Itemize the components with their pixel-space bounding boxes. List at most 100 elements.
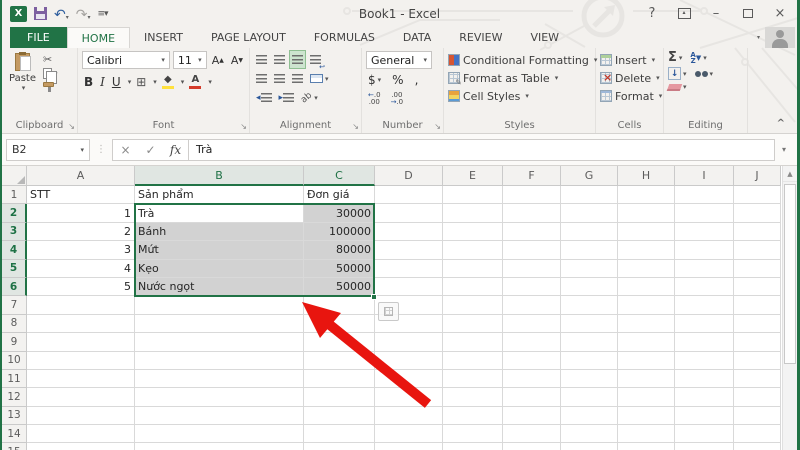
cell-A3[interactable]: 2 — [27, 222, 135, 242]
cell-G6[interactable] — [561, 277, 618, 297]
formula-input[interactable]: Trà — [188, 138, 775, 161]
cell-J3[interactable] — [734, 222, 781, 242]
align-left-button[interactable] — [254, 70, 269, 87]
tab-file[interactable]: FILE — [10, 27, 67, 48]
bold-button[interactable]: B — [82, 73, 95, 90]
percent-style-button[interactable]: % — [390, 71, 405, 88]
format-button[interactable]: Format ▾ — [600, 87, 662, 105]
cell-D13[interactable] — [375, 406, 443, 426]
cell-I14[interactable] — [675, 425, 734, 444]
underline-dropdown-icon[interactable]: ▾ — [128, 78, 132, 86]
cell-H3[interactable] — [618, 222, 675, 242]
cell-C15[interactable] — [304, 443, 375, 450]
cell-B3[interactable]: Bánh — [135, 222, 304, 242]
cell-H5[interactable] — [618, 259, 675, 278]
cell-styles-button[interactable]: Cell Styles ▾ — [448, 87, 591, 105]
orientation-button[interactable]: ab ▾ — [299, 89, 320, 106]
cell-G12[interactable] — [561, 388, 618, 407]
cell-H9[interactable] — [618, 333, 675, 352]
wrap-text-button[interactable] — [308, 51, 325, 71]
merge-center-button[interactable]: ▾ — [308, 70, 331, 87]
scroll-up-icon[interactable]: ▲ — [783, 166, 797, 182]
cell-B7[interactable] — [135, 296, 304, 315]
collapse-ribbon-icon[interactable]: ^ — [777, 118, 785, 129]
decrease-font-button[interactable]: A ▼ — [229, 52, 245, 69]
row-header-8[interactable]: 8 — [2, 314, 27, 334]
cell-B11[interactable] — [135, 369, 304, 389]
bottom-align-button[interactable] — [289, 50, 306, 69]
name-box[interactable]: B2 ▾ — [6, 138, 90, 161]
delete-dropdown-icon[interactable]: ▾ — [656, 74, 660, 82]
cell-J4[interactable] — [734, 241, 781, 260]
cell-I9[interactable] — [675, 333, 734, 352]
borders-dropdown-icon[interactable]: ▾ — [153, 78, 157, 86]
cell-B9[interactable] — [135, 333, 304, 352]
cell-B4[interactable]: Mứt — [135, 241, 304, 260]
col-header-E[interactable]: E — [443, 166, 503, 186]
cell-F10[interactable] — [503, 351, 561, 370]
cell-F13[interactable] — [503, 406, 561, 426]
cancel-icon[interactable]: × — [113, 143, 138, 157]
cell-G4[interactable] — [561, 241, 618, 260]
cell-H6[interactable] — [618, 277, 675, 297]
cell-C7[interactable] — [304, 296, 375, 315]
font-name-combo[interactable]: Calibri ▾ — [82, 51, 170, 69]
tab-page-layout[interactable]: PAGE LAYOUT — [197, 27, 300, 48]
fill-color-icon[interactable]: ◆ — [160, 73, 176, 90]
excel-logo-icon[interactable]: X — [10, 5, 27, 22]
cell-H15[interactable] — [618, 443, 675, 450]
font-dialog-launcher-icon[interactable]: ↘ — [240, 122, 247, 131]
cell-I6[interactable] — [675, 277, 734, 297]
cell-C10[interactable] — [304, 351, 375, 370]
cell-A13[interactable] — [27, 406, 135, 426]
cell-G8[interactable] — [561, 314, 618, 334]
col-header-D[interactable]: D — [375, 166, 443, 186]
cell-I11[interactable] — [675, 369, 734, 389]
cell-D2[interactable] — [375, 204, 443, 223]
center-button[interactable] — [272, 70, 287, 87]
font-color-icon[interactable]: A — [187, 73, 203, 90]
cell-E11[interactable] — [443, 369, 503, 389]
cell-E9[interactable] — [443, 333, 503, 352]
cell-J1[interactable] — [734, 186, 781, 205]
expand-formula-bar-icon[interactable]: ▾ — [775, 145, 793, 154]
decrease-indent-button[interactable]: ◂ — [254, 89, 274, 106]
undo-button[interactable]: ↶▾ — [54, 4, 69, 23]
tab-data[interactable]: DATA — [389, 27, 445, 48]
row-header-7[interactable]: 7 — [2, 296, 27, 315]
cell-D15[interactable] — [375, 443, 443, 450]
cell-F11[interactable] — [503, 369, 561, 389]
cell-H13[interactable] — [618, 406, 675, 426]
customize-qat-icon[interactable]: ≡▾ — [98, 9, 109, 19]
cell-A6[interactable]: 5 — [27, 277, 135, 297]
cell-G7[interactable] — [561, 296, 618, 315]
underline-button[interactable]: U — [110, 73, 123, 90]
font-color-dropdown-icon[interactable]: ▾ — [208, 78, 212, 86]
comma-style-button[interactable]: , — [413, 71, 421, 88]
cell-A8[interactable] — [27, 314, 135, 334]
cell-F1[interactable] — [503, 186, 561, 205]
select-all-corner[interactable] — [2, 166, 27, 186]
cell-E1[interactable] — [443, 186, 503, 205]
clear-dropdown-icon[interactable]: ▾ — [683, 83, 687, 91]
cell-A14[interactable] — [27, 425, 135, 444]
cell-A5[interactable]: 4 — [27, 259, 135, 278]
cell-B2[interactable]: Trà — [135, 204, 304, 223]
cell-C1[interactable]: Đơn giá — [304, 186, 375, 205]
increase-font-button[interactable]: A ▲ — [210, 52, 226, 69]
cell-D14[interactable] — [375, 425, 443, 444]
cell-G3[interactable] — [561, 222, 618, 242]
cell-F8[interactable] — [503, 314, 561, 334]
cell-B12[interactable] — [135, 388, 304, 407]
cell-J12[interactable] — [734, 388, 781, 407]
cell-F12[interactable] — [503, 388, 561, 407]
tab-home[interactable]: HOME — [66, 27, 131, 48]
cut-icon[interactable]: ✂ — [43, 54, 58, 65]
cell-A12[interactable] — [27, 388, 135, 407]
format-as-table-dropdown-icon[interactable]: ▾ — [555, 74, 559, 82]
autosum-button[interactable]: Σ ▾ — [668, 51, 682, 64]
conditional-formatting-button[interactable]: Conditional Formatting ▾ — [448, 51, 597, 69]
cell-A1[interactable]: STT — [27, 186, 135, 205]
redo-button[interactable]: ↷▾ — [76, 4, 91, 23]
orientation-dropdown-icon[interactable]: ▾ — [314, 94, 318, 102]
